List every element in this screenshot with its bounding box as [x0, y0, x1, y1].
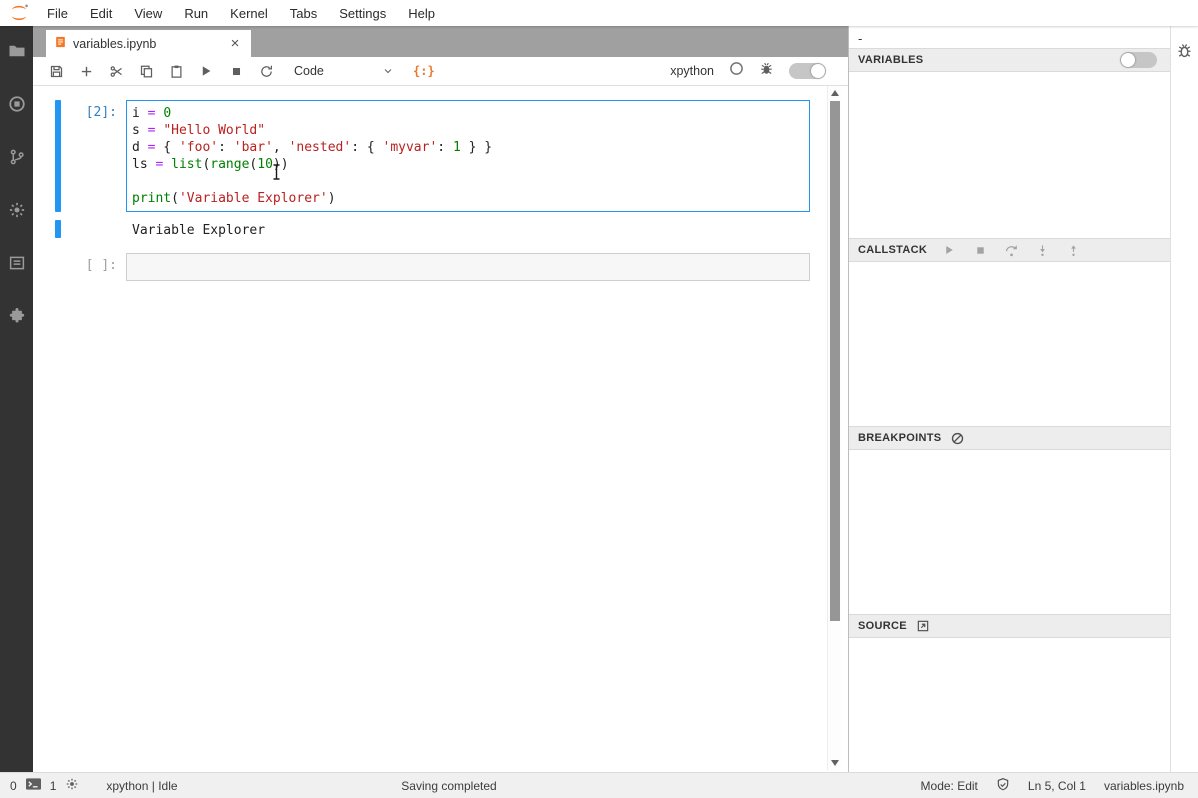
output-prompt — [61, 220, 126, 241]
statusbar-filename: variables.ipynb — [1104, 779, 1184, 793]
copy-cells-button[interactable] — [131, 58, 161, 84]
menu-settings[interactable]: Settings — [328, 6, 397, 21]
cell-output-text: Variable Explorer — [126, 220, 810, 241]
run-cell-button[interactable] — [191, 58, 221, 84]
table-of-contents-icon[interactable] — [8, 254, 26, 272]
notebook-panel: [2]: i = 0s = "Hello World"d = { 'foo': … — [33, 86, 848, 772]
save-button[interactable] — [41, 58, 71, 84]
callstack-section-header[interactable]: CALLSTACK — [849, 238, 1170, 262]
variables-view-toggle[interactable] — [1120, 52, 1157, 68]
cell-type-value: Code — [294, 64, 324, 78]
step-out-button[interactable] — [1065, 242, 1081, 258]
debugger-sidebar: - VARIABLES CALLSTACK — [848, 26, 1170, 772]
toggle-knob — [1121, 53, 1135, 67]
right-sidebar-strip — [1170, 26, 1198, 772]
variables-section-header[interactable]: VARIABLES — [849, 48, 1170, 72]
left-activity-bar — [0, 26, 33, 772]
notebook-toolbar: Code {:} xpython — [33, 57, 848, 86]
kernel-name[interactable]: xpython — [670, 64, 714, 78]
tab-title: variables.ipynb — [73, 37, 221, 51]
status-bar: 0 1 xpython | Idle Saving completed Mode… — [0, 772, 1198, 798]
kernel-status-icon — [729, 61, 744, 81]
source-section-header[interactable]: SOURCE — [849, 614, 1170, 638]
tab-close-icon[interactable]: × — [227, 35, 243, 52]
notebook-scrollbar[interactable] — [827, 86, 841, 770]
code-lines: i = 0s = "Hello World"d = { 'foo': 'bar'… — [132, 105, 804, 207]
status-message: Saving completed — [0, 779, 898, 793]
mode-indicator[interactable]: Mode: Edit — [921, 779, 978, 793]
property-inspector-icon[interactable] — [8, 201, 26, 219]
execution-prompt: [2]: — [61, 100, 126, 212]
step-over-button[interactable] — [1003, 242, 1019, 258]
code-editor[interactable]: i = 0s = "Hello World"d = { 'foo': 'bar'… — [126, 100, 810, 212]
toggle-knob — [811, 64, 825, 78]
cell-type-chevron-icon[interactable] — [373, 58, 403, 84]
file-browser-icon[interactable] — [8, 42, 26, 60]
scroll-down-arrow-icon[interactable] — [831, 760, 839, 766]
interrupt-kernel-button[interactable] — [221, 58, 251, 84]
trusted-shield-icon[interactable] — [996, 777, 1010, 795]
menu-edit[interactable]: Edit — [79, 6, 123, 21]
cell-output-area: Variable Explorer — [33, 220, 848, 241]
menubar: File Edit View Run Kernel Tabs Settings … — [0, 0, 1198, 26]
tab-variables-ipynb[interactable]: variables.ipynb × — [46, 30, 251, 57]
breakpoints-section-header[interactable]: BREAKPOINTS — [849, 426, 1170, 450]
scrollbar-thumb[interactable] — [830, 101, 840, 621]
remove-all-breakpoints-icon[interactable] — [950, 431, 965, 446]
notebook-file-icon — [54, 35, 67, 52]
menu-view[interactable]: View — [123, 6, 173, 21]
dock-tab-bar: variables.ipynb × — [33, 26, 848, 57]
step-in-button[interactable] — [1034, 242, 1050, 258]
git-icon[interactable] — [8, 148, 26, 166]
open-source-icon[interactable] — [916, 619, 930, 633]
breakpoints-header-label: BREAKPOINTS — [858, 432, 941, 444]
menu-run[interactable]: Run — [173, 6, 219, 21]
jupyterlab-window: File Edit View Run Kernel Tabs Settings … — [0, 0, 1198, 798]
code-cell-active[interactable]: [2]: i = 0s = "Hello World"d = { 'foo': … — [33, 100, 848, 212]
debugger-tab-bug-icon[interactable] — [1176, 42, 1193, 64]
menu-help[interactable]: Help — [397, 6, 446, 21]
code-editor-empty[interactable] — [126, 253, 810, 281]
variables-panel-body — [849, 72, 1170, 238]
restart-kernel-button[interactable] — [251, 58, 281, 84]
breakpoints-panel-body — [849, 450, 1170, 614]
debugger-session-title: - — [849, 26, 1170, 48]
running-sessions-icon[interactable] — [8, 95, 26, 113]
paste-cells-button[interactable] — [161, 58, 191, 84]
debugger-toggle[interactable] — [789, 63, 826, 79]
insert-cell-button[interactable] — [71, 58, 101, 84]
cursor-position[interactable]: Ln 5, Col 1 — [1028, 779, 1086, 793]
menu-tabs[interactable]: Tabs — [279, 6, 328, 21]
menu-kernel[interactable]: Kernel — [219, 6, 279, 21]
mouse-ibeam-cursor — [272, 164, 281, 185]
format-braces-icon[interactable]: {:} — [413, 64, 435, 78]
source-panel-body — [849, 638, 1170, 772]
menu-file[interactable]: File — [36, 6, 79, 21]
code-cell-empty[interactable]: [ ]: — [33, 253, 848, 281]
source-header-label: SOURCE — [858, 620, 907, 632]
continue-button[interactable] — [941, 242, 957, 258]
cell-type-select[interactable]: Code — [285, 60, 373, 82]
debugger-bug-icon[interactable] — [759, 61, 774, 81]
scroll-up-arrow-icon[interactable] — [831, 90, 839, 96]
main-area: variables.ipynb × — [33, 26, 848, 772]
callstack-toolbar — [941, 242, 1081, 258]
callstack-header-label: CALLSTACK — [858, 244, 927, 256]
cut-cells-button[interactable] — [101, 58, 131, 84]
jupyter-logo-icon — [6, 2, 32, 24]
variables-header-label: VARIABLES — [858, 54, 923, 66]
terminate-button[interactable] — [972, 242, 988, 258]
extension-manager-icon[interactable] — [8, 307, 26, 325]
execution-prompt-empty: [ ]: — [61, 253, 126, 281]
callstack-panel-body — [849, 262, 1170, 426]
